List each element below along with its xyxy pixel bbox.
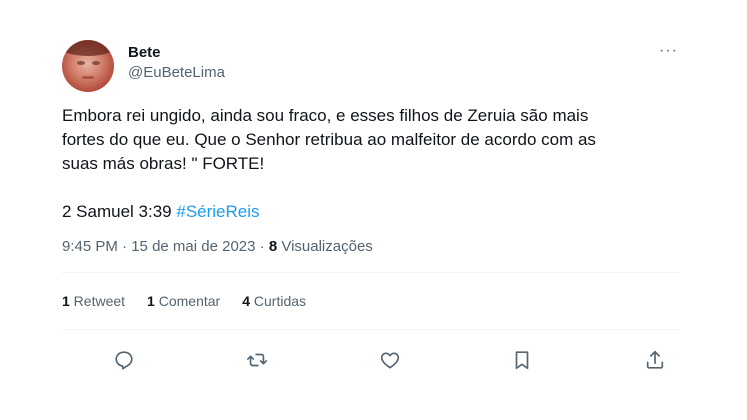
tweet-date[interactable]: 15 de mai de 2023: [131, 238, 255, 255]
reply-icon: [115, 351, 133, 370]
bookmark-button[interactable]: [505, 343, 539, 377]
tweet-text-line: suas más obras! " FORTE!: [62, 154, 265, 173]
avatar[interactable]: [62, 40, 114, 92]
author-names: Bete @EuBeteLima: [128, 44, 225, 83]
retweet-icon: [246, 353, 267, 367]
divider: [62, 329, 680, 330]
tweet-text-line: Embora rei ungido, ainda sou fraco, e es…: [62, 106, 589, 125]
like-icon: [380, 352, 399, 369]
hashtag-link[interactable]: #SérieReis: [176, 202, 259, 221]
more-options-icon[interactable]: ···: [659, 42, 678, 60]
comments-label: Comentar: [154, 293, 221, 309]
comments-stat[interactable]: 1 Comentar: [147, 293, 220, 309]
comments-count: 1: [147, 293, 155, 309]
retweets-count: 1: [62, 293, 70, 309]
views-count: 8: [268, 238, 278, 255]
tweet-card: Bete @EuBeteLima ··· Embora rei ungido, …: [62, 38, 680, 377]
likes-count: 4: [242, 293, 250, 309]
meta-separator: ·: [117, 238, 132, 255]
tweet-time[interactable]: 9:45 PM: [62, 238, 118, 255]
share-icon: [646, 350, 664, 369]
action-bar: [107, 343, 672, 377]
likes-stat[interactable]: 4 Curtidas: [242, 293, 306, 309]
engagement-stats: 1 Retweet 1 Comentar 4 Curtidas: [62, 273, 680, 329]
tweet-text: Embora rei ungido, ainda sou fraco, e es…: [62, 104, 674, 224]
user-handle[interactable]: @EuBeteLima: [128, 63, 225, 83]
tweet-text-line: fortes do que eu. Que o Senhor retribua …: [62, 130, 596, 149]
reply-button[interactable]: [107, 343, 141, 377]
tweet-meta: 9:45 PM · 15 de mai de 2023 · 8 Visualiz…: [62, 237, 680, 257]
like-button[interactable]: [373, 343, 407, 377]
retweet-button[interactable]: [240, 343, 274, 377]
likes-label: Curtidas: [250, 293, 307, 309]
tweet-reference-line: 2 Samuel 3:39 #SérieReis: [62, 200, 674, 224]
bookmark-icon: [515, 351, 529, 370]
meta-separator: ·: [255, 238, 269, 255]
share-button[interactable]: [638, 343, 672, 377]
retweets-stat[interactable]: 1 Retweet: [62, 293, 125, 309]
scripture-reference: 2 Samuel 3:39: [62, 202, 177, 221]
retweets-label: Retweet: [69, 293, 126, 309]
views-label: Visualizações: [277, 238, 373, 255]
tweet-header: Bete @EuBeteLima ···: [62, 38, 680, 94]
display-name[interactable]: Bete: [128, 44, 225, 62]
